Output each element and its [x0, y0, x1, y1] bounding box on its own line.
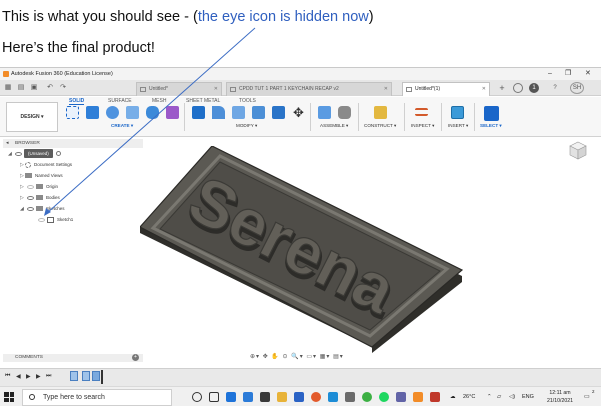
- system-clock[interactable]: 12:11 am 21/10/2021: [542, 389, 578, 405]
- notification-center-icon[interactable]: ▭: [584, 387, 590, 406]
- timeline-play-button[interactable]: ▶: [26, 373, 31, 380]
- timeline-marker-handle[interactable]: [101, 370, 103, 384]
- volume-icon[interactable]: ◁): [509, 387, 515, 406]
- store-icon[interactable]: [260, 392, 270, 402]
- taskbar-search-input[interactable]: Type here to search: [22, 389, 172, 406]
- weather-temp[interactable]: 26°C: [463, 387, 475, 406]
- comments-panel[interactable]: COMMENTS +: [3, 354, 143, 362]
- navigation-toolbar[interactable]: ⊕▾ ✥ ✋ ⊙ 🔍▾ ▭▾ ▦▾ ▤▾: [250, 353, 356, 362]
- language-indicator[interactable]: ENG: [522, 387, 534, 406]
- mail-icon[interactable]: [243, 392, 253, 402]
- file-explorer-icon[interactable]: [277, 392, 287, 402]
- viewcube-icon[interactable]: [568, 140, 588, 160]
- comments-title: COMMENTS: [15, 355, 43, 360]
- task-view-icon[interactable]: [209, 392, 219, 402]
- fusion-taskbar-icon[interactable]: [413, 392, 423, 402]
- network-icon[interactable]: ▱: [497, 387, 501, 406]
- clock-date: 21/10/2021: [547, 398, 573, 404]
- timeline-extrude-feature[interactable]: [82, 371, 90, 381]
- cortana-icon[interactable]: [192, 392, 202, 402]
- add-comment-icon[interactable]: +: [132, 354, 139, 361]
- chrome-icon[interactable]: [362, 392, 372, 402]
- windows-start-icon[interactable]: [4, 392, 14, 402]
- arrowhead-icon: [44, 208, 51, 216]
- search-placeholder: Type here to search: [43, 394, 105, 401]
- timeline-back-button[interactable]: ◀: [16, 373, 21, 380]
- clock-time: 12:11 am: [549, 390, 571, 396]
- edge-icon[interactable]: [226, 392, 236, 402]
- timeline-sketch-feature[interactable]: [70, 371, 78, 381]
- timeline-end-button[interactable]: ⏭: [46, 373, 51, 380]
- tray-chevron-icon[interactable]: ⌃: [487, 387, 492, 406]
- dropbox-icon[interactable]: [328, 392, 338, 402]
- windows-taskbar: Type here to search ☁ 26°C ⌃ ▱ ◁) ENG 12…: [0, 386, 601, 406]
- timeline-bar: ⏮ ◀ ▶ ▶ ⏭: [0, 368, 601, 386]
- firefox-icon[interactable]: [311, 392, 321, 402]
- timeline-start-button[interactable]: ⏮: [5, 373, 10, 380]
- fusion-screenshot: Autodesk Fusion 360 (Education License) …: [0, 27, 601, 406]
- app-icon[interactable]: [345, 392, 355, 402]
- notification-count: 2: [592, 389, 595, 394]
- annotation-arrow: [44, 27, 256, 216]
- timeline-forward-button[interactable]: ▶: [36, 373, 41, 380]
- word-icon[interactable]: [294, 392, 304, 402]
- weather-icon[interactable]: ☁: [450, 387, 456, 406]
- timeline-extrude-feature[interactable]: [92, 371, 100, 381]
- search-icon: [29, 394, 35, 400]
- powerpoint-icon[interactable]: [430, 392, 440, 402]
- spotify-icon[interactable]: [379, 392, 389, 402]
- teams-icon[interactable]: [396, 392, 406, 402]
